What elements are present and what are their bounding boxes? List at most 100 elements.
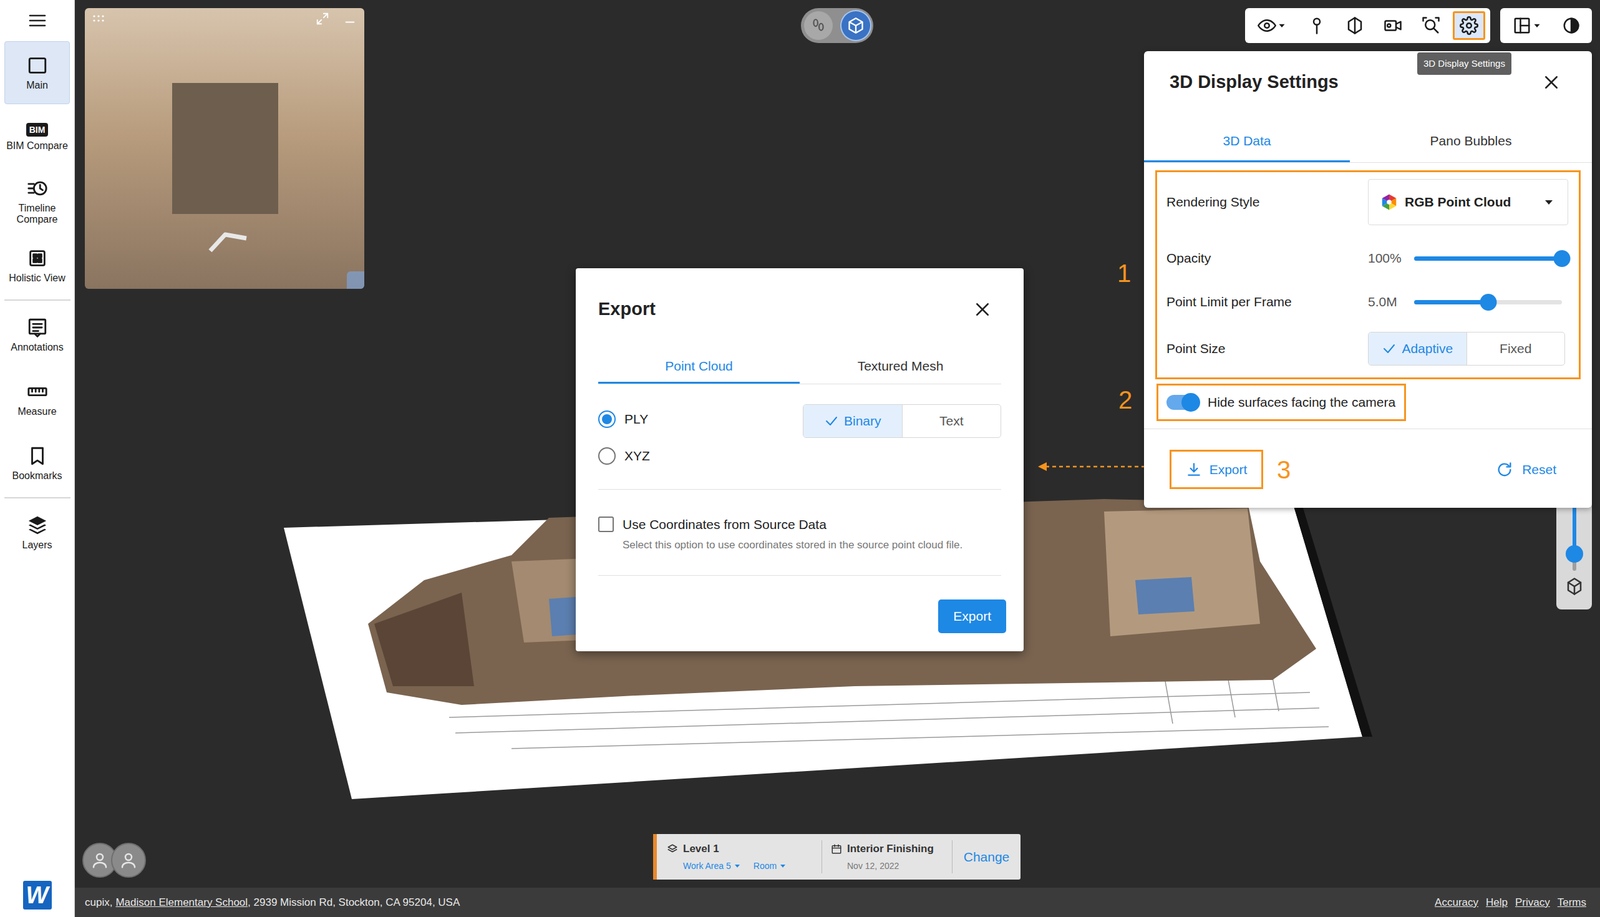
- slider-thumb[interactable]: [1479, 293, 1497, 311]
- work-area[interactable]: Work Area 5: [683, 859, 732, 873]
- toolbar-button[interactable]: [1376, 11, 1410, 40]
- sidebar-label[interactable]: Main: [26, 79, 49, 92]
- footer-link[interactable]: Accuracy: [1434, 894, 1479, 911]
- sidebar-item-box[interactable]: Layers: [4, 500, 70, 564]
- tab-label[interactable]: Point Cloud: [664, 356, 733, 377]
- toolbar-button[interactable]: [1338, 11, 1372, 40]
- footer-link[interactable]: Help: [1485, 894, 1508, 911]
- menu-button[interactable]: [0, 0, 75, 41]
- nav-arrow-icon[interactable]: [206, 229, 251, 255]
- sidebar-item[interactable]: Holistic View: [0, 233, 75, 298]
- sidebar-item[interactable]: Measure: [0, 366, 75, 432]
- radio-label[interactable]: PLY: [624, 409, 649, 430]
- tab[interactable]: 3D Data: [1144, 121, 1350, 163]
- toolbar-button[interactable]: [1414, 11, 1448, 40]
- segment-label[interactable]: Adaptive: [1401, 338, 1453, 359]
- radio-label[interactable]: XYZ: [624, 446, 650, 466]
- segment-label[interactable]: Text: [939, 411, 964, 432]
- sidebar-label[interactable]: Annotations: [10, 341, 64, 354]
- sidebar-item-box[interactable]: BIMBIM Compare: [4, 105, 70, 169]
- sidebar-label[interactable]: Holistic View: [8, 272, 65, 284]
- export-button[interactable]: Export: [1169, 449, 1264, 490]
- toggle-switch[interactable]: [1166, 394, 1199, 410]
- level-section[interactable]: Level 1Work Area 5 Room: [656, 833, 822, 880]
- work-area-selector[interactable]: Work Area 5: [683, 859, 743, 873]
- format-section: PLY XYZ Binary Text: [598, 384, 1002, 490]
- reset-button[interactable]: Reset: [1495, 459, 1557, 480]
- toggle-label[interactable]: Hide surfaces facing the camera: [1207, 392, 1396, 413]
- sidebar-item-box[interactable]: Bookmarks: [4, 431, 70, 495]
- sidebar-label[interactable]: Layers: [21, 539, 52, 551]
- tab[interactable]: Pano Bubbles: [1349, 121, 1592, 163]
- change-button[interactable]: Change: [952, 833, 1021, 880]
- checkbox[interactable]: [598, 516, 614, 533]
- toolbar-button[interactable]: [1452, 11, 1486, 40]
- sidebar-item-box[interactable]: Measure: [4, 367, 70, 431]
- toolbar-button[interactable]: [1505, 11, 1551, 40]
- segment-option[interactable]: Text: [902, 404, 1002, 438]
- room[interactable]: Room: [753, 859, 777, 873]
- checkbox-row[interactable]: Use Coordinates from Source Data: [598, 514, 1002, 535]
- slider-track[interactable]: [1414, 300, 1562, 305]
- sidebar-item-box[interactable]: Annotations: [4, 303, 70, 367]
- sidebar-item[interactable]: Bookmarks: [0, 431, 75, 496]
- sidebar-label[interactable]: Timeline Compare: [4, 202, 70, 225]
- sidebar-item-box[interactable]: Timeline Compare: [4, 169, 70, 233]
- sidebar-label[interactable]: Bookmarks: [11, 470, 62, 482]
- change-label[interactable]: Change: [963, 847, 1010, 868]
- project-link[interactable]: Madison Elementary School: [115, 894, 248, 911]
- toolbar-button[interactable]: [1300, 11, 1334, 40]
- avatar[interactable]: [111, 842, 146, 878]
- radio-option[interactable]: XYZ: [598, 437, 650, 475]
- checkbox-label[interactable]: Use Coordinates from Source Data: [622, 514, 827, 535]
- sidebar-item-box[interactable]: Holistic View: [4, 233, 70, 297]
- cube-button[interactable]: [1565, 576, 1584, 596]
- viewer-mode-button[interactable]: [804, 11, 833, 40]
- tab[interactable]: Textured Mesh: [799, 350, 1002, 384]
- panel-title: 3D Display Settings: [1169, 68, 1339, 97]
- toolbar-button[interactable]: [1250, 11, 1295, 40]
- sidebar-item[interactable]: BIMBIM Compare: [0, 104, 75, 170]
- radio-button[interactable]: [598, 447, 616, 465]
- company-name: cupix,: [84, 894, 113, 911]
- close-button[interactable]: [973, 300, 992, 319]
- room-selector[interactable]: Room: [753, 859, 788, 873]
- tab[interactable]: Point Cloud: [598, 350, 800, 384]
- pano-thumbnail[interactable]: [84, 8, 365, 289]
- sidebar-item[interactable]: Main: [0, 40, 75, 105]
- reset-button-label[interactable]: Reset: [1522, 459, 1557, 480]
- video-icon: [1383, 16, 1403, 35]
- dropdown-value[interactable]: RGB Point Cloud: [1404, 192, 1536, 213]
- resize-handle[interactable]: [346, 271, 365, 289]
- sidebar-item[interactable]: Timeline Compare: [0, 169, 75, 234]
- sidebar-item[interactable]: Annotations: [0, 302, 75, 367]
- footer-link[interactable]: Privacy: [1515, 894, 1551, 911]
- slider-track[interactable]: [1414, 256, 1562, 261]
- toolbar-button[interactable]: [1555, 11, 1587, 40]
- radio-button[interactable]: [598, 410, 616, 428]
- tab-label[interactable]: Pano Bubbles: [1430, 130, 1513, 151]
- segment-option[interactable]: Fixed: [1467, 332, 1566, 365]
- tab-label[interactable]: Textured Mesh: [857, 356, 944, 377]
- segment-label[interactable]: Fixed: [1499, 338, 1532, 359]
- footer-link[interactable]: Terms: [1557, 894, 1587, 911]
- sidebar-label[interactable]: Measure: [17, 406, 57, 418]
- segment-option[interactable]: Binary: [803, 404, 903, 438]
- level-name[interactable]: Level 1: [683, 840, 720, 858]
- viewer-mode-button[interactable]: [841, 11, 871, 40]
- segment-label[interactable]: Binary: [843, 411, 882, 432]
- rendering-style-dropdown[interactable]: RGB Point Cloud: [1367, 179, 1569, 226]
- vertical-slider-thumb[interactable]: [1565, 545, 1584, 563]
- tab-label[interactable]: 3D Data: [1222, 130, 1271, 151]
- export-button-label[interactable]: Export: [1209, 459, 1248, 480]
- radio-option[interactable]: PLY: [598, 400, 650, 438]
- segment-option[interactable]: Adaptive: [1368, 332, 1468, 365]
- sidebar-item-box[interactable]: Main: [4, 41, 70, 105]
- drag-handle-icon[interactable]: [92, 14, 105, 24]
- sidebar-label[interactable]: BIM Compare: [6, 140, 68, 152]
- sidebar-item[interactable]: Layers: [0, 500, 75, 565]
- export-submit-button[interactable]: Export: [938, 599, 1007, 634]
- close-button[interactable]: [1541, 72, 1561, 92]
- slider-thumb[interactable]: [1553, 250, 1571, 267]
- export-submit-label[interactable]: Export: [953, 606, 992, 627]
